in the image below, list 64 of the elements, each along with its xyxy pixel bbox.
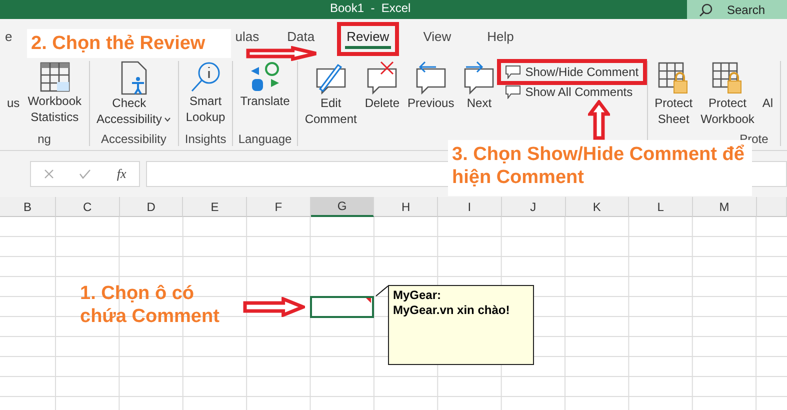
cell-grid[interactable]	[0, 217, 787, 410]
search-icon	[699, 2, 713, 16]
speech-bubble-pencil-icon	[314, 61, 348, 95]
annotation-tooltip: 2. Chọn thẻ Review	[27, 29, 231, 58]
group-label: Insights	[184, 132, 226, 146]
column-header[interactable]: H	[374, 197, 438, 217]
ribbon-button[interactable]: Al	[759, 61, 776, 111]
arrow-annotation	[243, 297, 305, 317]
annotation-text: 1. Chọn ô có chứa Comment	[80, 282, 220, 328]
column-header[interactable]: K	[566, 197, 630, 217]
ribbon-button[interactable]: Translate	[237, 61, 293, 109]
column-header[interactable]: F	[247, 197, 311, 217]
ribbon-button[interactable]: Smart Lookup	[182, 61, 228, 125]
ribbon-button[interactable]: us	[4, 61, 23, 111]
check-icon[interactable]	[79, 169, 92, 179]
ribbon-button[interactable]: Next	[459, 61, 500, 111]
table-lock-icon	[710, 61, 744, 95]
column-header[interactable]: E	[183, 197, 248, 217]
window-title: Book1 - Excel	[330, 1, 411, 15]
column-header[interactable]: C	[56, 197, 120, 217]
ribbon-button[interactable]: Protect Sheet	[652, 61, 696, 127]
ribbon-button[interactable]: Edit Comment	[302, 61, 360, 127]
ribbon-button[interactable]: Check Accessibility	[94, 61, 174, 127]
column-header[interactable]: I	[438, 197, 502, 217]
search-field[interactable]: Search	[687, 0, 787, 19]
column-header[interactable]: L	[629, 197, 693, 217]
ribbon-tab[interactable]: Review	[336, 22, 400, 56]
selected-cell[interactable]	[310, 296, 374, 318]
ribbon-button[interactable]: Delete	[362, 61, 403, 111]
ribbon-button[interactable]: Protect Workbook	[698, 61, 758, 127]
comment-text: MyGear.vn xin chào!	[393, 303, 511, 318]
speech-bubble-icon	[505, 65, 522, 79]
column-header[interactable]: D	[120, 197, 184, 217]
speech-bubble-x-icon	[365, 61, 400, 95]
column-header[interactable]: J	[502, 197, 566, 217]
translate-icon	[249, 61, 282, 93]
group-label: Language	[238, 132, 292, 146]
table-icon	[38, 61, 71, 93]
group-label: ng	[38, 132, 51, 146]
comment-author: MyGear:	[393, 288, 442, 303]
group-label: Accessibility	[101, 132, 166, 146]
column-header[interactable]: M	[692, 197, 757, 217]
speech-bubble-left-arrow-icon	[414, 61, 448, 95]
ribbon-tab[interactable]: View	[421, 29, 454, 44]
close-icon[interactable]	[44, 169, 54, 179]
ribbon-tab[interactable]: ulas	[233, 29, 262, 44]
ribbon-button[interactable]: Workbook Statistics	[24, 61, 84, 125]
speech-bubble-right-arrow-icon	[462, 61, 496, 95]
magnifier-icon	[190, 61, 222, 93]
comment-indicator-icon	[366, 298, 371, 303]
speech-bubble-icon	[505, 85, 522, 99]
ribbon-tab[interactable]: Help	[485, 29, 516, 44]
ribbon-button[interactable]: Previous	[404, 61, 458, 111]
ribbon-small-button[interactable]: Show/Hide Comment	[501, 63, 643, 81]
comment-connector	[375, 285, 389, 297]
column-header[interactable]	[756, 197, 787, 217]
column-header[interactable]: B	[0, 197, 56, 217]
ribbon-small-button[interactable]: Show All Comments	[501, 83, 643, 101]
annotation-tooltip: 3. Chọn Show/Hide Comment để hiện Comment	[448, 140, 752, 196]
function-label[interactable]: fx	[116, 166, 126, 182]
ribbon-tab[interactable]: e	[3, 29, 14, 44]
ribbon-tab[interactable]: Data	[285, 29, 317, 44]
column-header[interactable]: G	[310, 197, 374, 217]
arrow-annotation	[588, 100, 610, 140]
